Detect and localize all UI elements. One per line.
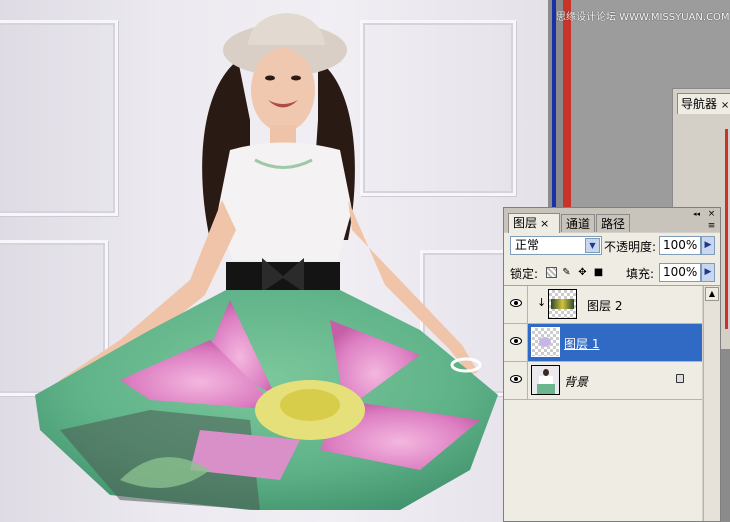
opacity-label: 不透明度:	[604, 240, 657, 254]
layers-list: ↓ 图层 2 图层 1 背景	[504, 286, 702, 521]
visibility-toggle[interactable]	[504, 362, 528, 399]
panel-close-icon[interactable]: ×	[707, 210, 716, 219]
layer-name: 图层 2	[587, 299, 623, 313]
navigator-view-box	[725, 129, 728, 329]
panel-collapse-icon[interactable]: ◂◂	[692, 210, 701, 219]
lock-label: 锁定:	[510, 267, 539, 281]
tab-paths-label: 路径	[601, 217, 626, 231]
panel-menu-icon[interactable]: ≡	[707, 222, 716, 231]
tab-close-icon[interactable]: ×	[540, 217, 549, 230]
layer-row-layer1[interactable]: 图层 1	[504, 324, 702, 362]
opacity-input[interactable]: 100%	[659, 236, 701, 255]
navigator-tab[interactable]: 导航器 ×	[677, 93, 730, 114]
visibility-toggle[interactable]	[504, 324, 528, 361]
layer-thumbnail	[548, 289, 577, 319]
tab-layers-label: 图层	[513, 216, 538, 230]
lock-options-row: 锁定: ✎ ✥ ■ 填充: 100% ▶	[504, 259, 720, 286]
eye-icon	[510, 375, 522, 383]
scroll-up-icon[interactable]: ▲	[705, 287, 719, 301]
blend-options-row: 正常 ▼ 不透明度: 100% ▶	[504, 233, 720, 259]
lock-position-move-icon[interactable]: ✥	[577, 267, 588, 278]
eye-icon	[510, 337, 522, 345]
tab-channels[interactable]: 通道	[561, 214, 595, 232]
lock-icon	[676, 374, 684, 383]
layer-row-layer2[interactable]: ↓ 图层 2	[504, 286, 702, 324]
layers-scrollbar[interactable]: ▲	[703, 286, 720, 521]
layer-row-background[interactable]: 背景	[504, 362, 702, 400]
fill-label: 填充:	[626, 267, 655, 281]
fill-input[interactable]: 100%	[659, 263, 701, 282]
blend-mode-value: 正常	[515, 238, 540, 252]
eye-icon	[510, 299, 522, 307]
layer-name: 图层 1	[564, 337, 600, 351]
lock-all-icon[interactable]: ■	[593, 267, 604, 278]
layers-tabbar: 图层 × 通道 路径 ◂◂ × ≡	[504, 208, 720, 233]
navigator-tab-label: 导航器	[681, 97, 718, 111]
fill-arrow-icon[interactable]: ▶	[701, 263, 715, 282]
navigator-close-icon[interactable]: ×	[721, 100, 729, 111]
opacity-arrow-icon[interactable]: ▶	[701, 236, 715, 255]
lock-pixels-brush-icon[interactable]: ✎	[561, 267, 572, 278]
layer-name: 背景	[564, 375, 589, 389]
layer-thumbnail	[531, 327, 560, 357]
clipping-arrow-icon: ↓	[537, 296, 547, 309]
visibility-toggle[interactable]	[504, 286, 528, 323]
blend-mode-select[interactable]: 正常 ▼	[510, 236, 602, 255]
chevron-down-icon[interactable]: ▼	[585, 238, 600, 253]
tab-paths[interactable]: 路径	[596, 214, 630, 232]
tab-layers[interactable]: 图层 ×	[508, 213, 560, 233]
document-border-red	[563, 0, 571, 230]
layers-panel: 图层 × 通道 路径 ◂◂ × ≡ 正常 ▼ 不透明度: 100% ▶ 锁定: ✎…	[503, 207, 721, 522]
document-canvas[interactable]	[0, 0, 548, 522]
model-photo	[35, 13, 498, 510]
tab-channels-label: 通道	[566, 217, 591, 231]
lock-transparent-icon[interactable]	[546, 267, 557, 278]
layer-thumbnail	[531, 365, 560, 395]
watermark-text: 思缘设计论坛 WWW.MISSYUAN.COM	[556, 12, 730, 23]
